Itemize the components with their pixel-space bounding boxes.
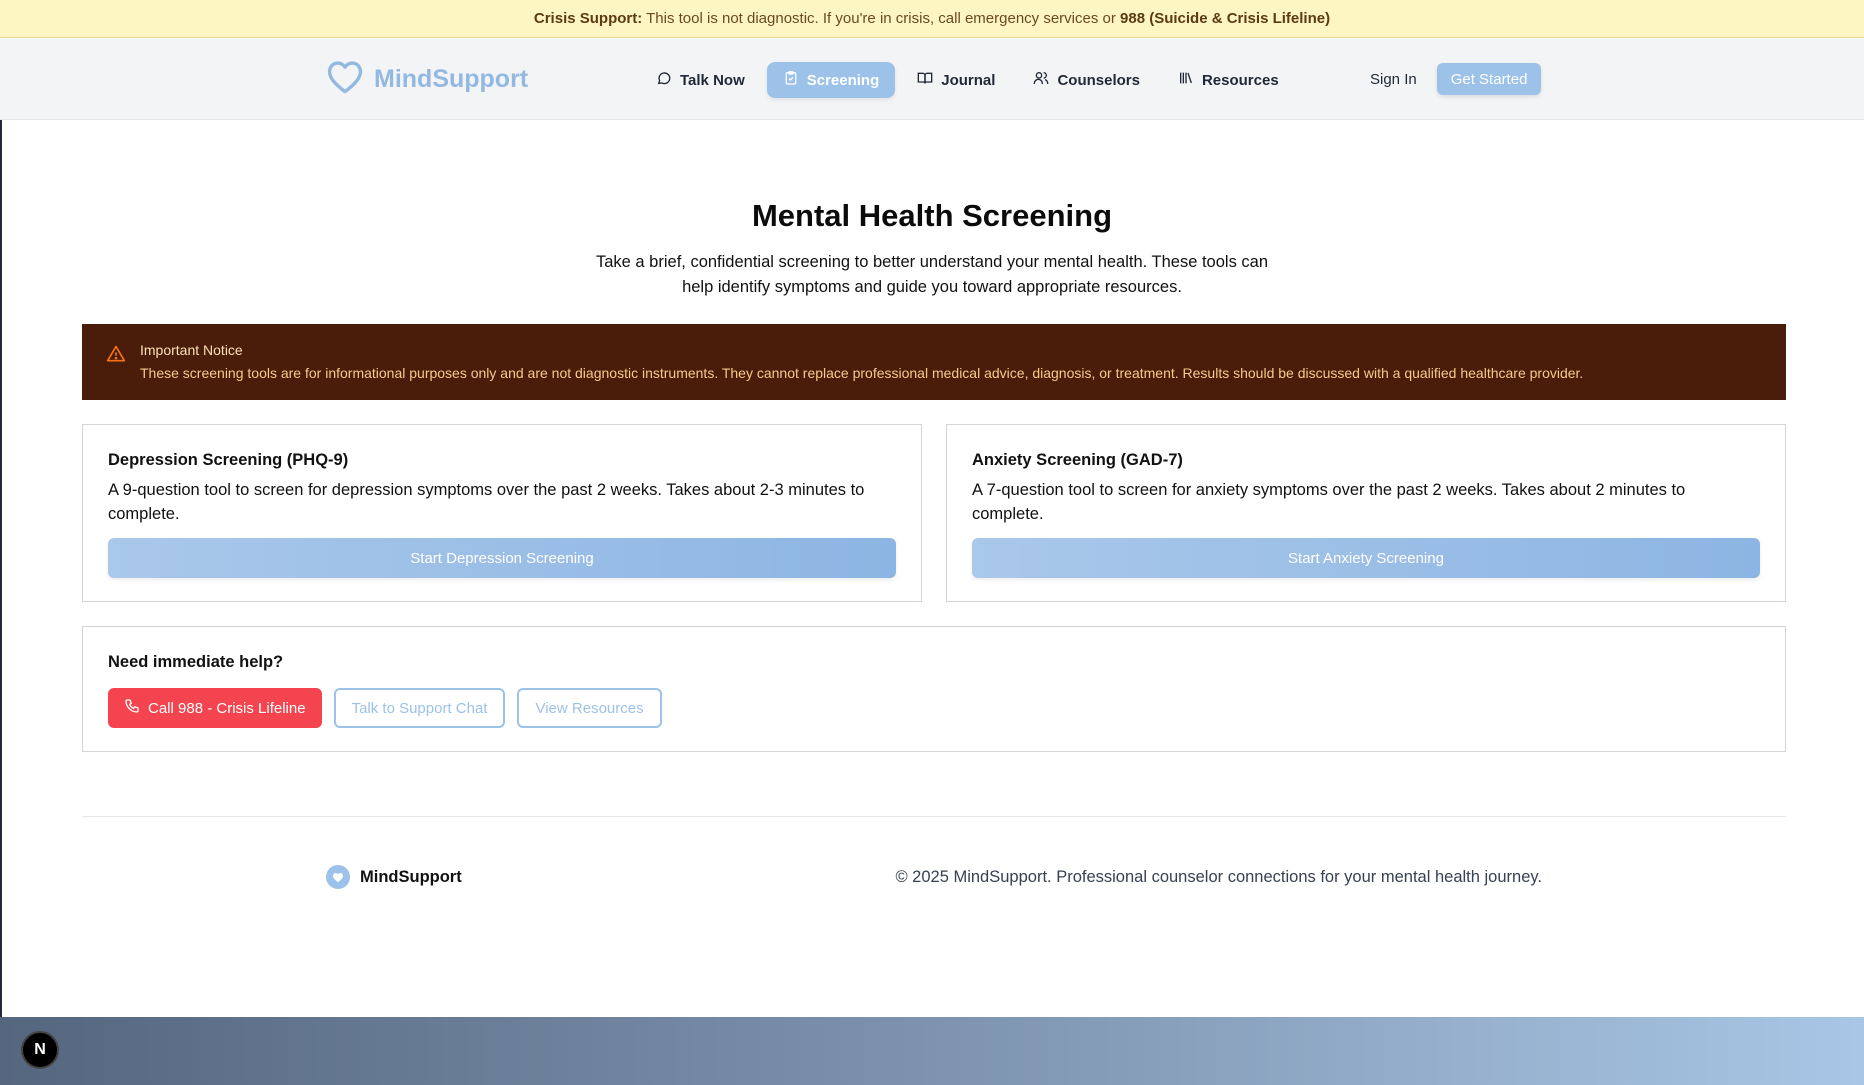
- nav-label: Counselors: [1057, 71, 1140, 89]
- users-icon: [1033, 70, 1049, 90]
- main-nav: Talk Now Screening Journal Counselors Re…: [640, 62, 1295, 98]
- nav-label: Journal: [941, 71, 996, 89]
- card-title: Anxiety Screening (GAD-7): [972, 451, 1183, 469]
- page-subtitle: Take a brief, confidential screening to …: [595, 253, 1269, 296]
- heart-icon: [326, 60, 364, 99]
- chat-bubble-icon: [656, 70, 672, 90]
- help-title: Need immediate help?: [108, 653, 284, 671]
- auth-actions: Sign In Get Started: [1370, 63, 1542, 95]
- start-anxiety-screening-button[interactable]: Start Anxiety Screening: [972, 538, 1760, 578]
- nav-counselors[interactable]: Counselors: [1017, 62, 1156, 98]
- get-started-button[interactable]: Get Started: [1436, 63, 1542, 95]
- nav-resources[interactable]: Resources: [1162, 62, 1295, 98]
- help-actions: Call 988 - Crisis Lifeline Talk to Suppo…: [108, 688, 1760, 728]
- footer-brand[interactable]: MindSupport: [326, 865, 462, 889]
- warning-triangle-icon: [106, 344, 126, 400]
- footer-divider: [82, 816, 1786, 817]
- important-notice: Important Notice These screening tools a…: [82, 324, 1786, 400]
- crisis-message: This tool is not diagnostic. If you're i…: [642, 10, 1121, 27]
- heart-icon: [326, 865, 350, 889]
- immediate-help-card: Need immediate help? Call 988 - Crisis L…: [82, 626, 1786, 752]
- crisis-label: Crisis Support:: [533, 10, 643, 27]
- support-chat-button[interactable]: Talk to Support Chat: [333, 688, 506, 728]
- nav-talk-now[interactable]: Talk Now: [640, 62, 761, 98]
- footer-brand-name: MindSupport: [360, 867, 462, 886]
- sign-in-link[interactable]: Sign In: [1370, 71, 1417, 88]
- nav-label: Resources: [1201, 71, 1279, 89]
- dev-tools-badge[interactable]: N: [21, 1031, 59, 1069]
- notice-title: Important Notice: [140, 342, 243, 358]
- crisis-banner: Crisis Support: This tool is not diagnos…: [0, 0, 1864, 38]
- footer-copyright: © 2025 MindSupport. Professional counsel…: [895, 868, 1542, 886]
- card-description: A 9-question tool to screen for depressi…: [108, 481, 865, 523]
- page-title: Mental Health Screening: [751, 198, 1113, 233]
- nav-journal[interactable]: Journal: [901, 62, 1011, 98]
- start-depression-screening-button[interactable]: Start Depression Screening: [108, 538, 896, 578]
- crisis-hotline: 988 (Suicide & Crisis Lifeline): [1120, 10, 1331, 27]
- site-header: MindSupport Talk Now Screening Journal C…: [0, 38, 1864, 120]
- library-icon: [1178, 70, 1194, 90]
- nav-screening[interactable]: Screening: [766, 62, 896, 98]
- view-resources-button[interactable]: View Resources: [517, 688, 662, 728]
- anxiety-screening-card: Anxiety Screening (GAD-7) A 7-question t…: [946, 424, 1786, 602]
- nav-label: Screening: [806, 71, 880, 89]
- card-title: Depression Screening (PHQ-9): [108, 451, 349, 469]
- book-open-icon: [917, 70, 933, 90]
- brand-logo[interactable]: MindSupport: [326, 60, 528, 99]
- button-label: Call 988 - Crisis Lifeline: [148, 699, 306, 717]
- nav-label: Talk Now: [680, 71, 745, 89]
- notice-body: These screening tools are for informatio…: [140, 365, 1584, 381]
- brand-name: MindSupport: [374, 65, 529, 93]
- clipboard-icon: [783, 70, 799, 90]
- window-edge: [0, 38, 2, 1017]
- phone-icon: [124, 698, 140, 718]
- depression-screening-card: Depression Screening (PHQ-9) A 9-questio…: [82, 424, 922, 602]
- card-description: A 7-question tool to screen for anxiety …: [972, 481, 1686, 523]
- bottom-gradient-strip: [0, 1017, 1864, 1085]
- call-crisis-lifeline-button[interactable]: Call 988 - Crisis Lifeline: [108, 688, 322, 728]
- page-hero: Mental Health Screening Take a brief, co…: [0, 198, 1864, 300]
